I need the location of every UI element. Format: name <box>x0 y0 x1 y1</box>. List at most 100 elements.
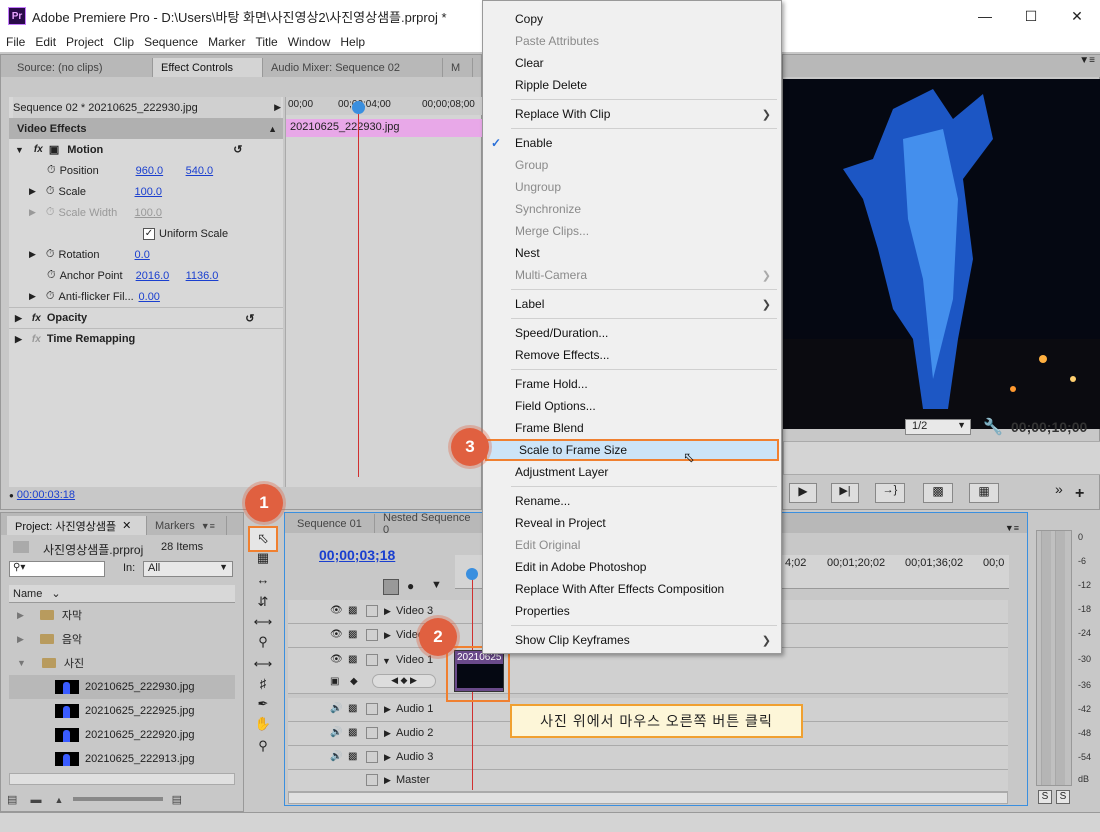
expand-right-icon[interactable]: ▶ <box>15 334 22 345</box>
rolling-edit-icon[interactable]: ⇵ <box>252 594 274 612</box>
expand-right-icon[interactable]: ▶ <box>384 775 391 786</box>
speaker-icon[interactable]: 🔊 <box>330 703 342 714</box>
menu-item-frame-hold[interactable]: Frame Hold... <box>483 373 781 395</box>
track-video-1[interactable]: 👁 ▩ ▼ Video 1 ▣ ◆ ◀ ◆ ▶ <box>288 648 1008 694</box>
reset-icon[interactable]: ↺ <box>233 143 242 156</box>
film-icon[interactable]: ▩ <box>348 654 357 665</box>
menu-item-field-options[interactable]: Field Options... <box>483 395 781 417</box>
menu-item-properties[interactable]: Properties <box>483 600 781 622</box>
program-timecode[interactable]: 00;00;10;00 <box>1011 419 1087 435</box>
step-forward-button[interactable]: ▶| <box>831 483 859 503</box>
effect-footer-timecode[interactable]: 00:00:03:18 <box>17 489 75 501</box>
close-icon[interactable]: ✕ <box>1054 0 1100 32</box>
add-button-icon[interactable]: + <box>1075 485 1084 503</box>
chevron-down-icon[interactable]: ⌄ <box>51 588 60 600</box>
effect-clip-bar[interactable]: 20210625_222930.jpg <box>286 119 482 137</box>
expand-right-icon[interactable]: ▶ <box>17 610 24 621</box>
folder-row[interactable]: ▶ 자막 <box>9 603 235 627</box>
panel-menu-icon[interactable]: ▼≡ <box>201 521 215 531</box>
expand-right-icon[interactable]: ▶ <box>384 704 391 715</box>
menu-file[interactable]: File <box>0 35 29 49</box>
stopwatch-icon[interactable]: ⏱ <box>46 248 55 261</box>
lock-icon[interactable] <box>366 605 378 617</box>
zoom-out-icon[interactable]: ▲ <box>55 795 64 805</box>
expand-right-icon[interactable]: ▶ <box>384 630 391 641</box>
menu-edit[interactable]: Edit <box>29 35 60 49</box>
track-select-icon[interactable]: ▦ <box>252 550 274 568</box>
menu-item-label[interactable]: Label ❯ <box>483 293 781 315</box>
menu-item-clear[interactable]: Clear <box>483 52 781 74</box>
lock-icon[interactable] <box>366 727 378 739</box>
expand-right-icon[interactable]: ▶ <box>15 313 22 324</box>
hand-icon[interactable]: ✋ <box>252 716 274 734</box>
menu-item-copy[interactable]: Copy <box>483 8 781 30</box>
film-icon[interactable]: ▩ <box>348 727 357 738</box>
list-view-icon[interactable]: ▤ <box>7 794 17 806</box>
expand-right-icon[interactable]: ▶ <box>29 186 36 197</box>
menu-item-speed-duration[interactable]: Speed/Duration... <box>483 322 781 344</box>
menu-item-show-clip-keyframes[interactable]: Show Clip Keyframes ❯ <box>483 629 781 651</box>
track-master[interactable]: ▶ Master <box>288 770 1008 792</box>
panel-menu-icon[interactable]: ▼≡ <box>1005 523 1019 533</box>
menu-sequence[interactable]: Sequence <box>138 35 202 49</box>
menu-item-nest[interactable]: Nest <box>483 242 781 264</box>
timeline-timecode[interactable]: 00;00;03;18 <box>319 547 395 563</box>
play-button[interactable]: ▶ <box>789 483 817 503</box>
zoom-slider[interactable] <box>72 797 163 802</box>
fx-icon[interactable]: fx <box>34 144 43 155</box>
in-select[interactable]: All ▼ <box>143 561 233 577</box>
file-row[interactable]: 20210625_222913.jpg <box>9 747 235 771</box>
opacity-row[interactable]: ▶ fx Opacity ↺ <box>9 307 283 328</box>
tab-markers[interactable]: Markers ▼≡ <box>147 516 227 535</box>
timeline-horizontal-scrollbar[interactable] <box>288 792 1008 804</box>
program-scrub-bar[interactable] <box>783 441 1100 475</box>
speaker-icon[interactable]: 🔊 <box>330 727 342 738</box>
solo-left-button[interactable]: S <box>1038 790 1052 804</box>
menu-item-replace-with-clip[interactable]: Replace With Clip ❯ <box>483 103 781 125</box>
lock-icon[interactable] <box>366 629 378 641</box>
menu-title[interactable]: Title <box>249 35 281 49</box>
menu-item-frame-blend[interactable]: Frame Blend <box>483 417 781 439</box>
panel-menu-icon[interactable]: ▼≡ <box>1079 55 1095 66</box>
stopwatch-icon[interactable]: ⏱ <box>46 290 55 303</box>
film-icon[interactable]: ▩ <box>348 703 357 714</box>
go-to-out-button[interactable]: →} <box>875 483 905 503</box>
tab-source[interactable]: Source: (no clips) <box>9 58 153 77</box>
maximize-icon[interactable]: ☐ <box>1008 0 1054 32</box>
slip-icon[interactable]: ⟷ <box>252 656 274 674</box>
menu-item-adjustment-layer[interactable]: Adjustment Layer <box>483 461 781 483</box>
collapse-icon[interactable]: ▲ <box>268 124 277 134</box>
lock-icon[interactable] <box>366 654 378 666</box>
film-icon[interactable]: ▩ <box>348 629 357 640</box>
project-horizontal-scrollbar[interactable] <box>9 773 235 785</box>
marker-icon[interactable]: ▼ <box>431 579 442 591</box>
file-row-selected[interactable]: 20210625_222930.jpg <box>9 675 235 699</box>
menu-project[interactable]: Project <box>60 35 107 49</box>
more-controls-icon[interactable]: » <box>1055 481 1063 497</box>
slide-icon[interactable]: ♯ <box>252 676 274 694</box>
expand-right-icon[interactable]: ▶ <box>29 291 36 302</box>
expand-right-icon[interactable]: ▶ <box>29 249 36 260</box>
rate-stretch-icon[interactable]: ⟷ <box>252 614 274 632</box>
tab-audio-mixer[interactable]: Audio Mixer: Sequence 02 <box>263 58 443 77</box>
position-x-value[interactable]: 960.0 <box>136 165 186 177</box>
scale-value[interactable]: 100.0 <box>135 186 163 198</box>
tab-effect-controls[interactable]: Effect Controls <box>153 58 263 77</box>
stopwatch-icon[interactable]: ⏱ <box>46 185 55 198</box>
menu-clip[interactable]: Clip <box>107 35 138 49</box>
uniform-scale-checkbox[interactable]: ✓ <box>143 227 155 240</box>
rotation-value[interactable]: 0.0 <box>135 249 150 261</box>
menu-item-ripple-delete[interactable]: Ripple Delete <box>483 74 781 96</box>
menu-window[interactable]: Window <box>282 35 335 49</box>
tab-nested-sequence[interactable]: Nested Sequence 0 <box>375 512 485 536</box>
folder-row[interactable]: ▼ 사진 <box>9 651 235 675</box>
time-remapping-row[interactable]: ▶ fx Time Remapping <box>9 328 283 349</box>
speaker-icon[interactable]: 🔊 <box>330 751 342 762</box>
minimize-icon[interactable]: — <box>962 0 1008 32</box>
keyframe-navigator[interactable]: ◀ ◆ ▶ <box>372 674 436 688</box>
display-style-icon[interactable]: ▣ <box>330 676 339 687</box>
lock-icon[interactable] <box>366 703 378 715</box>
menu-item-remove-effects[interactable]: Remove Effects... <box>483 344 781 366</box>
selection-tool[interactable]: ⬁ <box>248 526 278 552</box>
menu-item-reveal-in-project[interactable]: Reveal in Project <box>483 512 781 534</box>
